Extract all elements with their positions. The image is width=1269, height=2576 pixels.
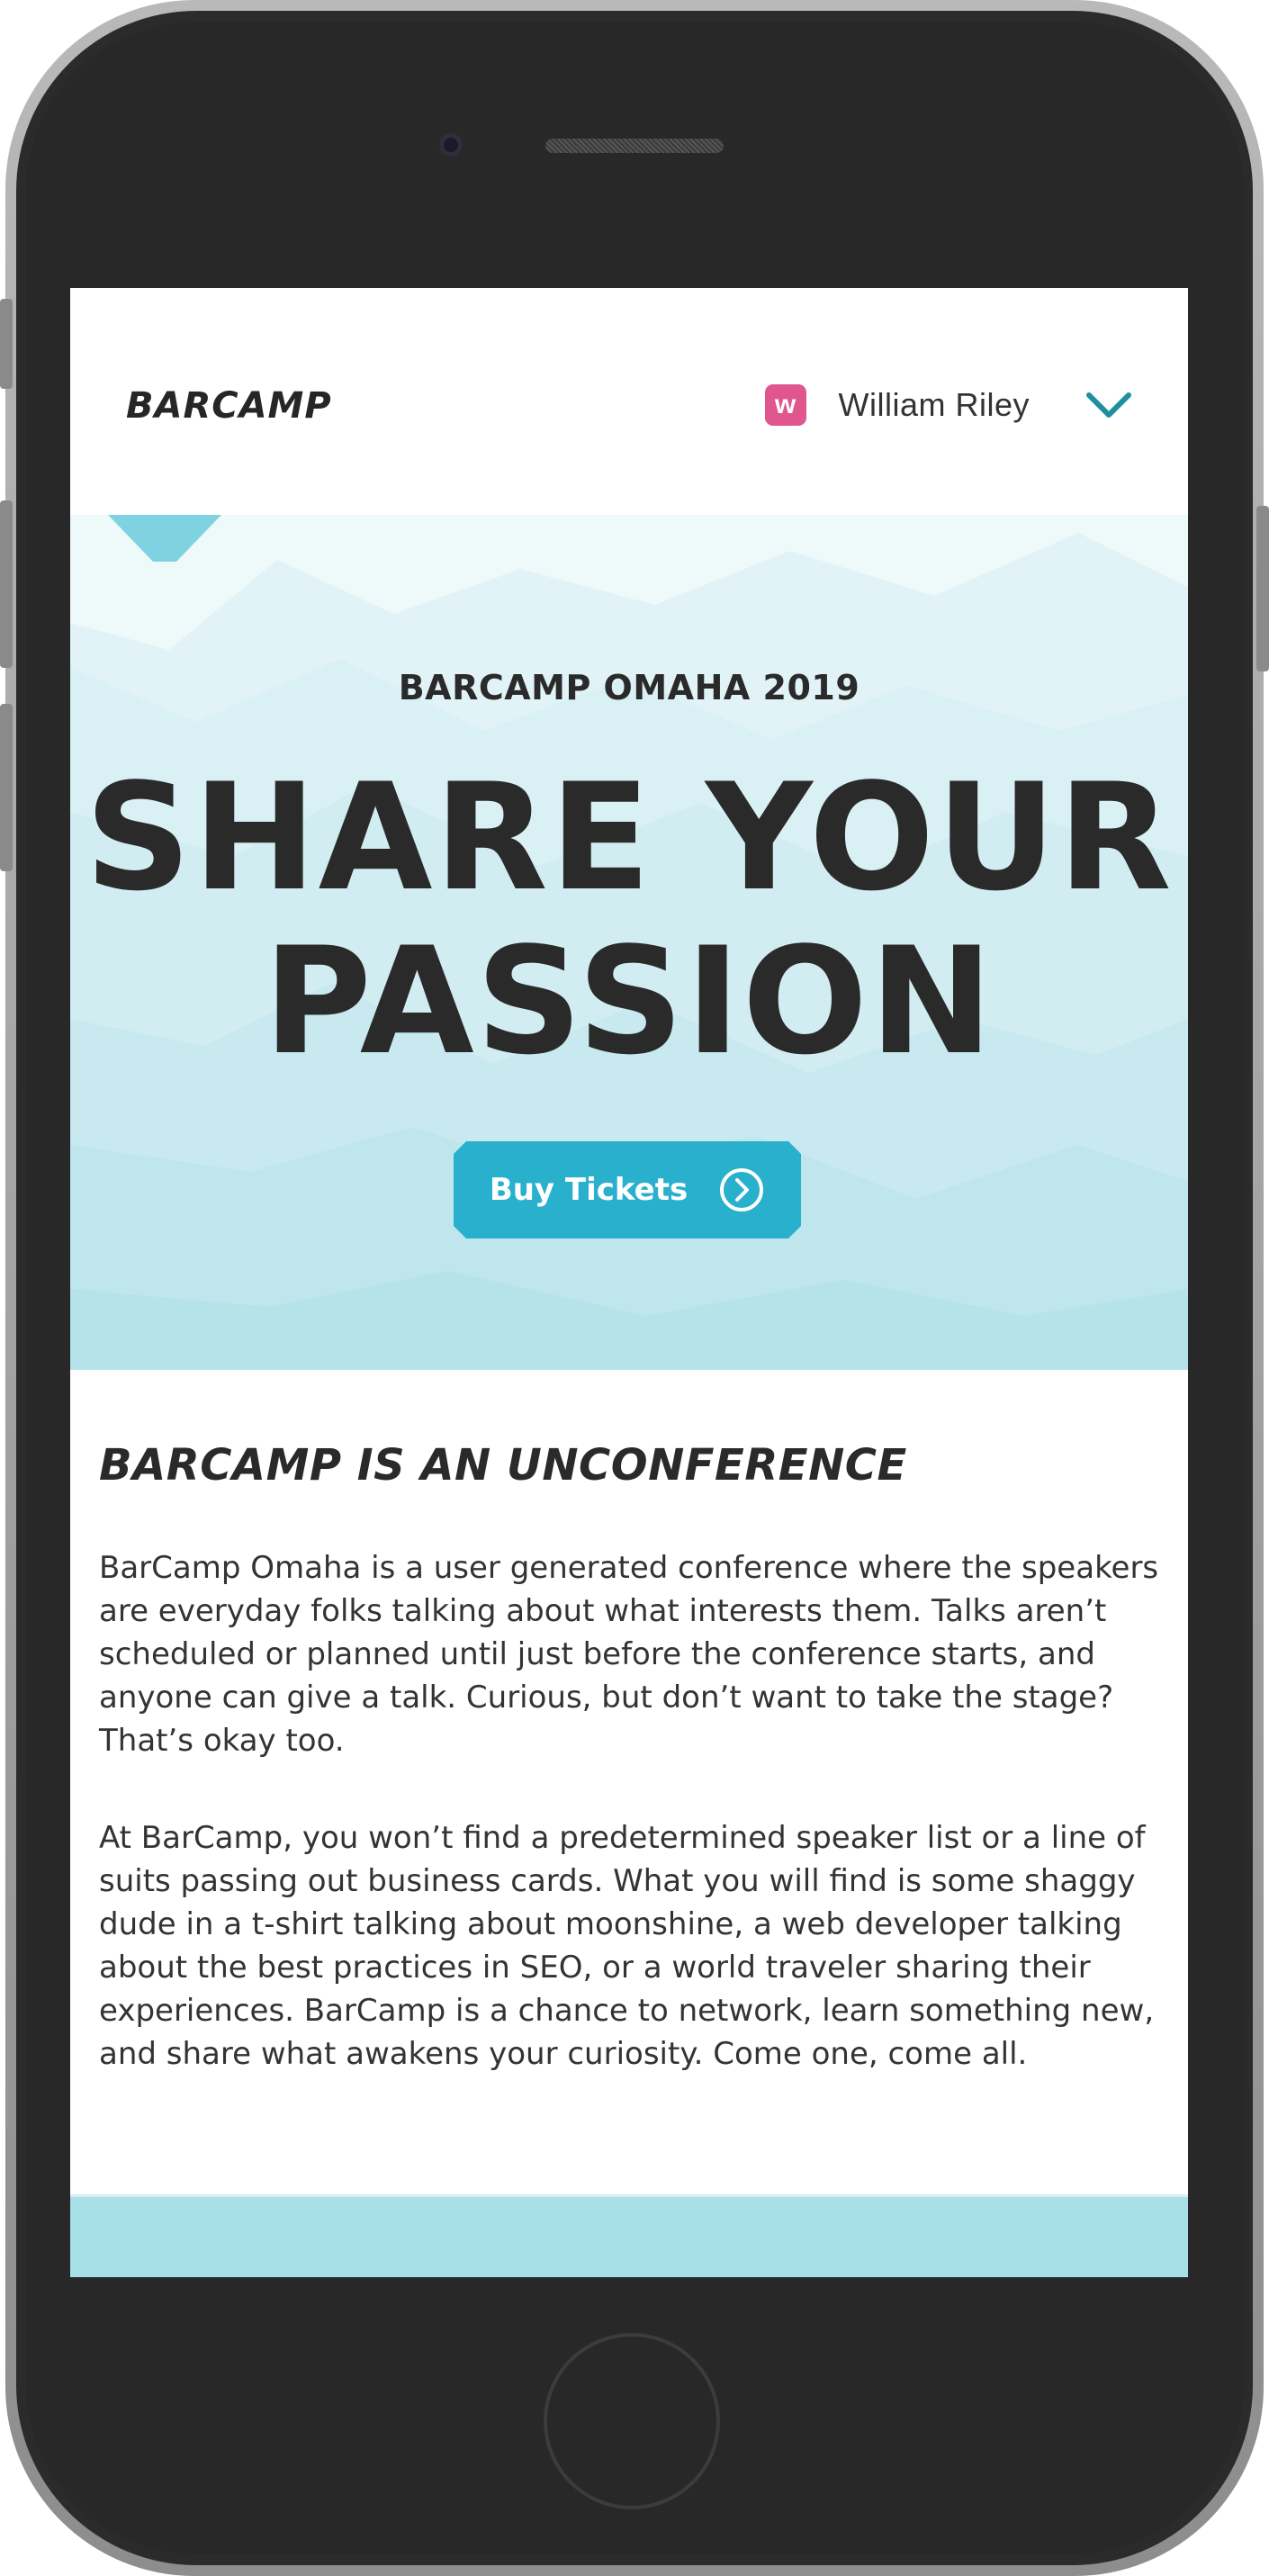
screen: BARCAMP w William Riley BARCAMP OMAHA 20…: [70, 288, 1188, 2277]
mute-switch: [0, 299, 13, 389]
chevron-down-icon[interactable]: [1085, 390, 1132, 420]
volume-down-button: [0, 704, 13, 871]
about-section: BARCAMP IS AN UNCONFERENCE BarCamp Omaha…: [70, 1370, 1188, 2198]
volume-up-button: [0, 500, 13, 668]
section-title: BARCAMP IS AN UNCONFERENCE: [99, 1440, 907, 1491]
hero-headline-line-2: PASSION: [263, 915, 995, 1087]
next-section-band: [70, 2194, 1188, 2277]
about-paragraph-2: At BarCamp, you won’t find a predetermin…: [99, 1820, 1155, 2072]
site-logo[interactable]: BARCAMP: [126, 385, 332, 427]
arrow-right-circle-icon: [718, 1166, 765, 1213]
front-camera: [439, 133, 463, 157]
event-name: BARCAMP OMAHA 2019: [398, 668, 860, 707]
avatar[interactable]: w: [764, 384, 806, 426]
user-menu[interactable]: w William Riley: [764, 382, 1133, 428]
site-header: BARCAMP w William Riley: [70, 288, 1188, 515]
home-button[interactable]: [544, 2333, 720, 2509]
hero-section: BARCAMP OMAHA 2019 SHARE YOUR PASSION Bu…: [70, 515, 1188, 1370]
earpiece-speaker: [545, 139, 724, 153]
hero-headline: SHARE YOUR PASSION: [70, 756, 1188, 1084]
hero-headline-line-1: SHARE YOUR: [85, 752, 1174, 923]
power-button: [1256, 506, 1269, 671]
buy-tickets-button[interactable]: Buy Tickets: [454, 1141, 801, 1238]
about-paragraph-1: BarCamp Omaha is a user generated confer…: [99, 1550, 1159, 1759]
buy-tickets-label: Buy Tickets: [489, 1172, 688, 1208]
hero-content: BARCAMP OMAHA 2019 SHARE YOUR PASSION Bu…: [70, 515, 1188, 1370]
user-name[interactable]: William Riley: [839, 386, 1030, 424]
